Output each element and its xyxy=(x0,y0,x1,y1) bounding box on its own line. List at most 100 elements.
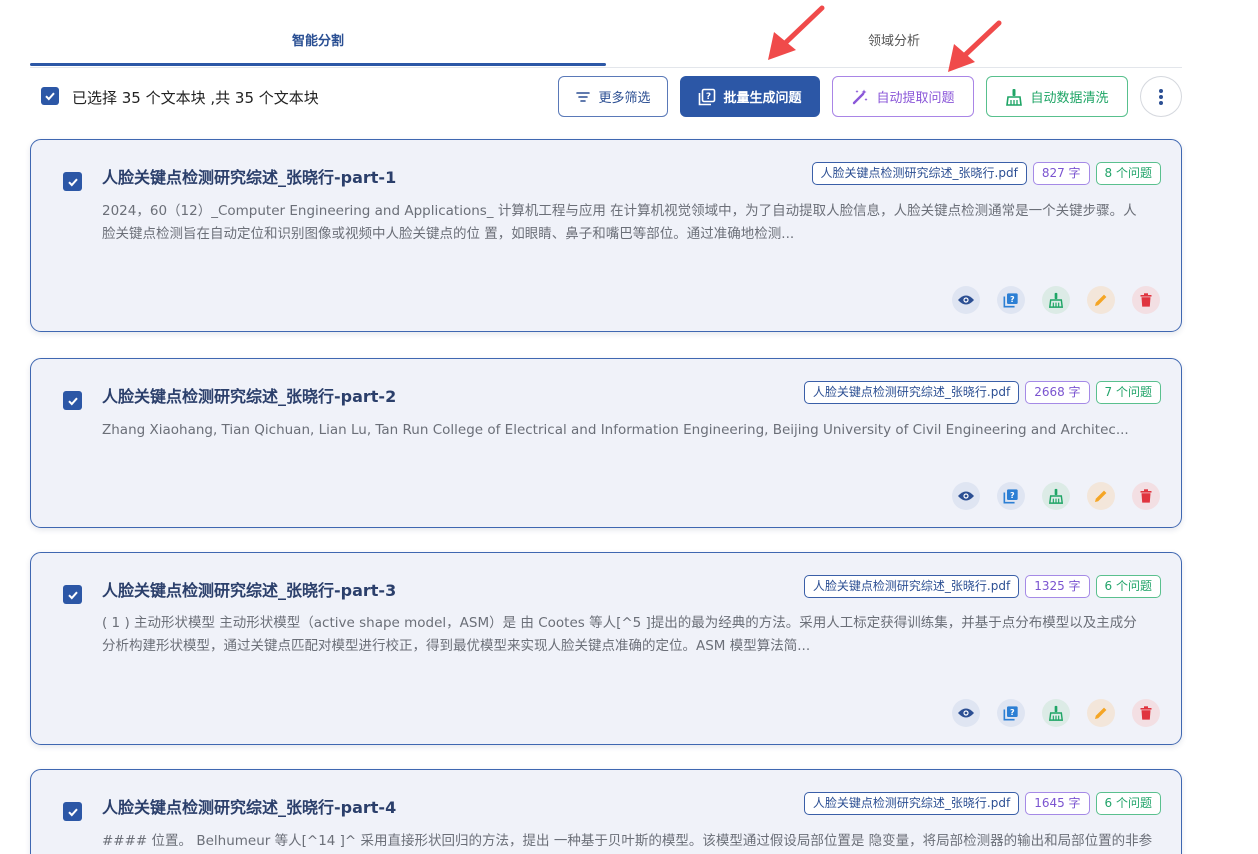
chunk-checkbox[interactable] xyxy=(63,391,82,410)
view-button[interactable] xyxy=(952,286,980,314)
magic-wand-icon xyxy=(853,89,868,104)
trash-icon xyxy=(1140,293,1152,307)
char-count-tag: 1645 字 xyxy=(1025,792,1090,815)
chunk-tags: 人脸关键点检测研究综述_张晓行.pdf 1645 字 6 个问题 xyxy=(803,792,1161,815)
delete-button[interactable] xyxy=(1132,482,1160,510)
auto-data-clean-label: 自动数据清洗 xyxy=(1030,91,1109,106)
broom-icon xyxy=(1006,88,1023,106)
edit-button[interactable] xyxy=(1087,482,1115,510)
trash-icon xyxy=(1140,706,1152,720)
view-button[interactable] xyxy=(952,482,980,510)
active-tab-indicator xyxy=(30,63,606,66)
svg-text:?: ? xyxy=(1010,295,1015,304)
eye-icon xyxy=(958,295,974,305)
char-count-tag: 827 字 xyxy=(1032,162,1090,185)
tab-domain-analysis[interactable]: 领域分析 xyxy=(606,18,1182,66)
toolbar: 已选择 35 个文本块 ,共 35 个文本块 更多筛选 ? 批量生成问题 自动提… xyxy=(30,76,1182,118)
chunk-checkbox[interactable] xyxy=(63,172,82,191)
chunk-tags: 人脸关键点检测研究综述_张晓行.pdf 2668 字 7 个问题 xyxy=(803,381,1161,404)
preview-line: #### 位置。 Belhumeur 等人[^14 ]^ 采用直接形状回归的方法… xyxy=(102,833,1153,849)
char-count-tag: 2668 字 xyxy=(1025,381,1090,404)
question-count-tag: 6 个问题 xyxy=(1095,575,1161,598)
file-name-tag: 人脸关键点检测研究综述_张晓行.pdf xyxy=(803,381,1020,404)
edit-button[interactable] xyxy=(1087,699,1115,727)
file-name-tag: 人脸关键点检测研究综述_张晓行.pdf xyxy=(811,162,1027,185)
broom-icon xyxy=(1048,488,1064,504)
pencil-icon xyxy=(1095,294,1107,306)
chunk-title[interactable]: 人脸关键点检测研究综述_张晓行-part-3 xyxy=(102,577,396,601)
preview-line: ( 1 ) 主动形状模型 主动形状模型（active shape model，A… xyxy=(102,615,1137,631)
chunk-tags: 人脸关键点检测研究综述_张晓行.pdf 827 字 8 个问题 xyxy=(811,162,1161,185)
select-all-checkbox[interactable] xyxy=(41,87,59,105)
preview-line: 2024，60（12）_Computer Engineering and App… xyxy=(102,203,1137,219)
eye-icon xyxy=(958,491,974,501)
selection-summary: 已选择 35 个文本块 ,共 35 个文本块 xyxy=(72,89,319,107)
chunk-preview-text: #### 位置。 Belhumeur 等人[^14 ]^ 采用直接形状回归的方法… xyxy=(102,830,1153,853)
chunk-card[interactable]: 人脸关键点检测研究综述_张晓行-part-1 人脸关键点检测研究综述_张晓行.p… xyxy=(30,139,1182,332)
tab-smart-split[interactable]: 智能分割 xyxy=(30,18,606,66)
preview-line: 脸关键点检测旨在自动定位和识别图像或视频中人脸关键点的位 置，如眼睛、鼻子和嘴巴… xyxy=(102,225,795,242)
file-name-tag: 人脸关键点检测研究综述_张晓行.pdf xyxy=(803,575,1020,598)
preview-line: 分析构建形状模型，通过关键点匹配对模型进行校正，得到最优模型来实现人脸关键点准确… xyxy=(102,637,811,654)
chunk-card[interactable]: 人脸关键点检测研究综述_张晓行-part-3 人脸关键点检测研究综述_张晓行.p… xyxy=(30,552,1182,745)
app-root: 智能分割 领域分析 已选择 35 个文本块 ,共 35 个文本块 更多筛选 ? … xyxy=(0,0,1258,854)
tab-bar: 智能分割 领域分析 xyxy=(30,18,1182,68)
chunk-card[interactable]: 人脸关键点检测研究综述_张晓行-part-4 人脸关键点检测研究综述_张晓行.p… xyxy=(30,769,1182,854)
chunk-actions: ? xyxy=(952,482,1160,510)
generate-questions-button[interactable]: ? xyxy=(997,699,1025,727)
clean-button[interactable] xyxy=(1042,699,1070,727)
generate-questions-button[interactable]: ? xyxy=(997,286,1025,314)
quiz-icon: ? xyxy=(1003,293,1018,308)
svg-text:?: ? xyxy=(706,92,711,102)
svg-text:?: ? xyxy=(1010,708,1015,717)
vertical-dots-icon xyxy=(1159,88,1163,105)
edit-button[interactable] xyxy=(1087,286,1115,314)
broom-icon xyxy=(1048,292,1064,308)
chunk-checkbox[interactable] xyxy=(63,585,82,604)
check-icon xyxy=(67,591,78,599)
filter-lines-icon xyxy=(576,91,591,102)
batch-generate-questions-button[interactable]: ? 批量生成问题 xyxy=(680,76,820,117)
delete-button[interactable] xyxy=(1132,286,1160,314)
more-filters-button[interactable]: 更多筛选 xyxy=(558,76,668,117)
chunk-title[interactable]: 人脸关键点检测研究综述_张晓行-part-2 xyxy=(102,383,396,407)
chunk-card[interactable]: 人脸关键点检测研究综述_张晓行-part-2 人脸关键点检测研究综述_张晓行.p… xyxy=(30,358,1182,528)
quiz-icon: ? xyxy=(1003,706,1018,721)
auto-extract-questions-button[interactable]: 自动提取问题 xyxy=(832,76,974,117)
quiz-icon: ? xyxy=(1003,489,1018,504)
clean-button[interactable] xyxy=(1042,286,1070,314)
pencil-icon xyxy=(1095,707,1107,719)
more-filters-label: 更多筛选 xyxy=(598,91,651,106)
delete-button[interactable] xyxy=(1132,699,1160,727)
eye-icon xyxy=(958,708,974,718)
auto-extract-label: 自动提取问题 xyxy=(876,91,955,106)
chunk-preview-text: 2024，60（12）_Computer Engineering and App… xyxy=(102,200,1153,245)
pencil-icon xyxy=(1095,490,1107,502)
quiz-icon: ? xyxy=(699,88,716,105)
question-count-tag: 6 个问题 xyxy=(1095,792,1161,815)
question-count-tag: 7 个问题 xyxy=(1095,381,1161,404)
file-name-tag: 人脸关键点检测研究综述_张晓行.pdf xyxy=(803,792,1020,815)
trash-icon xyxy=(1140,489,1152,503)
question-count-tag: 8 个问题 xyxy=(1095,162,1161,185)
chunk-title[interactable]: 人脸关键点检测研究综述_张晓行-part-4 xyxy=(102,794,396,818)
auto-data-clean-button[interactable]: 自动数据清洗 xyxy=(986,76,1128,117)
clean-button[interactable] xyxy=(1042,482,1070,510)
char-count-tag: 1325 字 xyxy=(1025,575,1090,598)
svg-text:?: ? xyxy=(1010,491,1015,500)
chunk-title[interactable]: 人脸关键点检测研究综述_张晓行-part-1 xyxy=(102,164,396,188)
chunk-checkbox[interactable] xyxy=(63,802,82,821)
preview-line: Zhang Xiaohang, Tian Qichuan, Lian Lu, T… xyxy=(102,422,1129,438)
chunk-actions: ? xyxy=(952,699,1160,727)
generate-questions-button[interactable]: ? xyxy=(997,482,1025,510)
check-icon xyxy=(67,397,78,405)
view-button[interactable] xyxy=(952,699,980,727)
batch-generate-label: 批量生成问题 xyxy=(723,91,802,106)
chunk-actions: ? xyxy=(952,286,1160,314)
more-options-button[interactable] xyxy=(1140,76,1182,117)
chunk-tags: 人脸关键点检测研究综述_张晓行.pdf 1325 字 6 个问题 xyxy=(803,575,1161,598)
chunk-preview-text: Zhang Xiaohang, Tian Qichuan, Lian Lu, T… xyxy=(102,419,1153,442)
check-icon xyxy=(67,178,78,186)
check-icon xyxy=(67,808,78,816)
check-icon xyxy=(45,92,55,101)
